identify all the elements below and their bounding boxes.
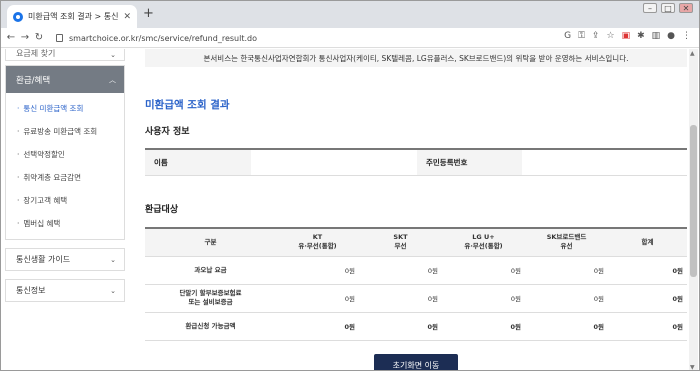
table-cell: 0원 bbox=[276, 284, 359, 313]
header-lgu: LG U+ 유·무선(통합) bbox=[442, 227, 525, 257]
table-row: 과오납 요금 0원 0원 0원 0원 0원 bbox=[145, 256, 687, 285]
share-icon[interactable]: ⇪ bbox=[592, 31, 600, 41]
sidepanel-icon[interactable]: ▥ bbox=[652, 31, 661, 41]
sidebar-item-vulnerable-discount[interactable]: · 취약계층 요금감면 bbox=[6, 166, 124, 189]
page-scrollbar[interactable]: ▲ ▼ bbox=[689, 49, 698, 370]
refund-heading: 환급대상 bbox=[145, 205, 179, 215]
sidebar-item-telecom-refund[interactable]: · 통신 미환급액 조회 bbox=[6, 97, 124, 120]
maximize-button[interactable]: □ bbox=[661, 3, 675, 13]
sidebar-item-membership[interactable]: · 멤버십 혜택 bbox=[6, 212, 124, 235]
row-label: 과오납 요금 bbox=[145, 256, 276, 285]
extensions-area: G ⚿ ⇪ ☆ ▣ ✱ ▥ ● ⋮ bbox=[564, 31, 691, 41]
sidebar-item-contract-discount[interactable]: · 선택약정할인 bbox=[6, 143, 124, 166]
sidebar: 요금제 찾기 ⌄ 환급/혜택 ︿ · 통신 미환급액 조회 · 유료방송 미환급액 … bbox=[5, 49, 125, 302]
page-content: 요금제 찾기 ⌄ 환급/혜택 ︿ · 통신 미환급액 조회 · 유료방송 미환급액 … bbox=[1, 49, 699, 370]
table-cell: 0원 bbox=[442, 312, 525, 341]
table-row-total: 환급신청 가능금액 0원 0원 0원 0원 0원 bbox=[145, 312, 687, 341]
refund-table: 구분 KT 유·무선(통합) SKT 무선 LG U+ 유·무선(통합) SK브로드밴… bbox=[145, 227, 687, 341]
tab-strip: 미환급액 조회 결과 > 통신 미환 ✕ + – □ ✕ bbox=[1, 1, 699, 28]
table-row: 단말기 할부보증보험료 또는 설비보증금 0원 0원 0원 0원 0원 bbox=[145, 284, 687, 313]
main-content: 본서비스는 한국통신사업자연합회가 통신사업자(케이티, SK텔레콤, LG유플… bbox=[145, 49, 687, 370]
rrn-value bbox=[522, 150, 687, 175]
tab-title: 미환급액 조회 결과 > 통신 미환 bbox=[28, 12, 119, 21]
table-cell: 0원 bbox=[608, 284, 687, 313]
sidebar-menu-box: 환급/혜택 ︿ · 통신 미환급액 조회 · 유료방송 미환급액 조회 · 선택약정할… bbox=[5, 65, 125, 240]
puzzle-icon[interactable]: ✱ bbox=[637, 31, 645, 41]
key-icon[interactable]: ⚿ bbox=[578, 31, 585, 41]
service-notice: 본서비스는 한국통신사업자연합회가 통신사업자(케이티, SK텔레콤, LG유플… bbox=[145, 49, 687, 67]
extension-red-icon[interactable]: ▣ bbox=[622, 31, 631, 41]
table-cell: 0원 bbox=[359, 284, 442, 313]
sidebar-section-info[interactable]: 통신정보 ⌄ bbox=[5, 279, 125, 302]
go-home-button[interactable]: 초기화면 이동 bbox=[374, 354, 458, 370]
table-cell: 0원 bbox=[525, 284, 608, 313]
row-label: 단말기 할부보증보험료 또는 설비보증금 bbox=[145, 284, 276, 313]
window-controls: – □ ✕ bbox=[643, 3, 693, 13]
forward-arrow-icon[interactable]: → bbox=[18, 32, 32, 43]
row-label: 환급신청 가능금액 bbox=[145, 312, 276, 341]
chevron-down-icon: ⌄ bbox=[110, 286, 116, 295]
scrollbar-thumb[interactable] bbox=[690, 125, 697, 277]
table-cell: 0원 bbox=[442, 256, 525, 285]
table-cell: 0원 bbox=[276, 256, 359, 285]
table-header-row: 구분 KT 유·무선(통합) SKT 무선 LG U+ 유·무선(통합) SK브로드밴… bbox=[145, 227, 687, 257]
back-arrow-icon[interactable]: ← bbox=[4, 32, 18, 43]
sidebar-top-item[interactable]: 요금제 찾기 ⌄ bbox=[5, 49, 125, 61]
header-kt: KT 유·무선(통합) bbox=[276, 227, 359, 257]
chevron-down-icon: ⌄ bbox=[110, 51, 116, 59]
close-window-button[interactable]: ✕ bbox=[679, 3, 693, 13]
sidebar-submenu: · 통신 미환급액 조회 · 유료방송 미환급액 조회 · 선택약정할인 · 취약계층 … bbox=[6, 93, 124, 239]
header-category: 구분 bbox=[145, 227, 276, 257]
page-title: 미환급액 조회 결과 bbox=[145, 99, 230, 111]
table-cell: 0원 bbox=[608, 256, 687, 285]
table-cell: 0원 bbox=[442, 284, 525, 313]
browser-tab[interactable]: 미환급액 조회 결과 > 통신 미환 ✕ bbox=[7, 5, 137, 28]
name-value bbox=[251, 150, 417, 175]
chevron-up-icon: ︿ bbox=[109, 75, 116, 84]
site-favicon-icon bbox=[13, 11, 23, 22]
sidebar-item-longterm-benefit[interactable]: · 장기고객 혜택 bbox=[6, 189, 124, 212]
table-cell: 0원 bbox=[359, 256, 442, 285]
browser-toolbar: ← → ↻ smartchoice.or.kr/smc/service/refu… bbox=[1, 28, 699, 48]
new-tab-button[interactable]: + bbox=[143, 6, 154, 21]
table-cell: 0원 bbox=[359, 312, 442, 341]
table-cell: 0원 bbox=[276, 312, 359, 341]
profile-icon[interactable]: ● bbox=[667, 31, 675, 41]
header-skb: SK브로드밴드 유선 bbox=[525, 227, 608, 257]
user-info-table: 이름 주민등록번호 bbox=[145, 148, 687, 176]
google-icon[interactable]: G bbox=[564, 31, 571, 41]
rrn-label: 주민등록번호 bbox=[417, 150, 522, 175]
table-cell: 0원 bbox=[608, 312, 687, 341]
tab-close-icon[interactable]: ✕ bbox=[123, 12, 131, 22]
user-info-heading: 사용자 정보 bbox=[145, 127, 190, 137]
sidebar-section-guide[interactable]: 통신생활 가이드 ⌄ bbox=[5, 248, 125, 271]
browser-window: 미환급액 조회 결과 > 통신 미환 ✕ + – □ ✕ ← → ↻ smart… bbox=[0, 0, 700, 371]
name-label: 이름 bbox=[145, 150, 251, 175]
lock-icon bbox=[56, 34, 63, 42]
sidebar-item-paytv-refund[interactable]: · 유료방송 미환급액 조회 bbox=[6, 120, 124, 143]
table-cell: 0원 bbox=[525, 312, 608, 341]
header-skt: SKT 무선 bbox=[359, 227, 442, 257]
table-cell: 0원 bbox=[525, 256, 608, 285]
scroll-down-icon[interactable]: ▼ bbox=[690, 364, 695, 370]
chevron-down-icon: ⌄ bbox=[110, 255, 116, 264]
menu-dots-icon[interactable]: ⋮ bbox=[682, 31, 691, 41]
bookmark-star-icon[interactable]: ☆ bbox=[606, 31, 614, 41]
url-text: smartchoice.or.kr/smc/service/refund_res… bbox=[69, 33, 257, 43]
scroll-up-icon[interactable]: ▲ bbox=[690, 50, 695, 57]
reload-icon[interactable]: ↻ bbox=[32, 32, 46, 43]
address-bar[interactable]: smartchoice.or.kr/smc/service/refund_res… bbox=[56, 30, 556, 46]
header-total: 합계 bbox=[608, 227, 687, 257]
minimize-button[interactable]: – bbox=[643, 3, 657, 13]
sidebar-section-header[interactable]: 환급/혜택 ︿ bbox=[6, 66, 124, 93]
